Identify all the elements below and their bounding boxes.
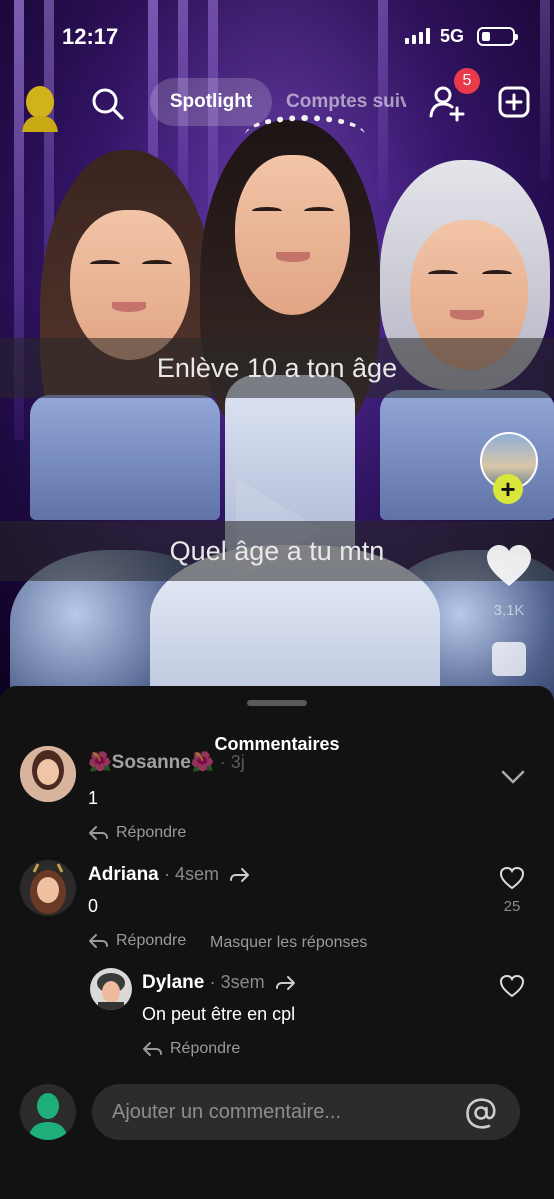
lips [450,310,484,320]
comment-text: On peut être en cpl [142,1004,296,1024]
share-arrow-icon[interactable] [230,867,250,883]
eye [252,207,282,215]
comment-text: 0 [88,896,99,916]
clock: 12:17 [62,24,119,49]
comment-icon[interactable] [492,642,526,676]
tab-spotlight[interactable]: Spotlight [150,78,272,126]
comment-item: 🌺Sosanne🌺 · 3j 1 Répondre [0,746,554,856]
heart-icon [487,545,531,586]
eye [90,260,120,268]
network-type: 5G [440,26,465,46]
reply-arrow-icon [89,934,108,948]
tab-following[interactable]: Comptes suiv [286,91,406,113]
eye [482,270,512,278]
eye [142,260,172,268]
lips [112,302,146,312]
drag-handle[interactable] [247,700,307,706]
status-bar: 12:17 5G [0,0,554,72]
share-arrow-icon[interactable] [275,975,296,991]
chevron-down-icon[interactable] [500,768,526,786]
video-caption-1: Enlève 10 a ton âge [0,338,554,398]
reply-arrow-icon [89,826,108,840]
comments-sheet: Commentaires 🌺Sosanne🌺 · 3j 1 Répondre A… [0,686,554,1199]
heart-outline-icon[interactable] [499,974,525,998]
comments-title: Commentaires [214,734,340,754]
lips [276,252,310,262]
avatar-figure-center [150,115,440,700]
commenter-avatar[interactable] [20,746,76,802]
comment-text: 1 [88,788,99,808]
notification-badge: 5 [454,68,480,94]
reply-button[interactable]: Répondre [88,824,186,842]
spotlight-video[interactable]: Enlève 10 a ton âge Quel âge a tu mtn [0,0,554,700]
bitmoji-avatar-icon [22,86,58,132]
comment-like-count: 25 [503,898,521,915]
commenter-name[interactable]: Adriana · 4sem [88,864,250,886]
like-button[interactable] [486,544,532,588]
comment-item: Adriana · 4sem 0 Répondre Masquer les ré… [0,858,554,968]
heart-outline-icon[interactable] [499,866,525,890]
commenter-name[interactable]: 🌺Sosanne🌺 · 3j [88,750,245,774]
commenter-avatar[interactable] [20,860,76,916]
reply-button[interactable]: Répondre [142,1040,240,1058]
video-caption-2: Quel âge a tu mtn [0,521,554,581]
comment-input-bar [0,1076,554,1146]
bitmoji-avatar-icon [20,860,76,916]
profile-avatar-button[interactable] [20,86,60,132]
battery-icon [477,27,518,46]
follow-plus-icon[interactable]: + [493,474,523,504]
my-avatar [20,1084,76,1140]
eye [428,270,458,278]
eye [304,207,334,215]
bitmoji-avatar-icon [20,746,76,802]
search-button[interactable] [90,86,126,122]
create-plus-icon [498,86,530,118]
face [235,155,350,315]
reply-button[interactable]: Répondre [88,932,186,950]
pearl-headband [245,115,365,155]
mention-at-icon[interactable] [464,1096,498,1130]
signal-icon [405,28,430,44]
commenter-name[interactable]: Dylane · 3sem [142,972,296,994]
bitmoji-avatar-icon [90,968,132,1010]
create-button[interactable] [498,86,530,118]
commenter-avatar[interactable] [90,968,132,1010]
hide-replies-button[interactable]: Masquer les réponses [210,934,367,952]
reply-arrow-icon [143,1042,162,1056]
reply-item: Dylane · 3sem On peut être en cpl Répond… [0,968,554,1073]
search-icon [92,88,124,120]
like-count: 3,1K [493,602,525,619]
bitmoji-avatar-icon [28,1093,68,1140]
comment-input[interactable] [92,1084,520,1140]
